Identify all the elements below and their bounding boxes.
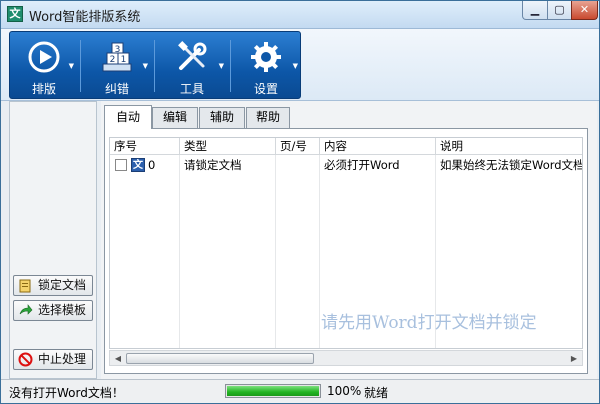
ribbon-separator xyxy=(80,40,81,92)
ribbon-label: 排版 xyxy=(31,82,56,96)
dropdown-arrow-icon[interactable]: ▼ xyxy=(219,62,224,70)
gear-icon xyxy=(251,42,281,72)
lock-document-label: 锁定文档 xyxy=(38,278,87,292)
close-button[interactable]: ✕ xyxy=(571,1,598,20)
ribbon-label: 设置 xyxy=(253,82,278,96)
word-document-icon: 文 xyxy=(131,158,145,172)
tab-help[interactable]: 帮助 xyxy=(246,107,290,128)
dropdown-arrow-icon[interactable]: ▼ xyxy=(293,62,298,70)
horizontal-scrollbar[interactable]: ◀ ▶ xyxy=(109,350,583,366)
ribbon-label: 工具 xyxy=(179,82,204,96)
tab-assist[interactable]: 辅助 xyxy=(199,107,245,128)
column-header-content[interactable]: 内容 xyxy=(320,138,436,155)
tab-panel: 序号 类型 页/号 内容 说明 文 0 请锁定文档 必须打开Word 如果始终无… xyxy=(104,128,588,374)
column-header-note[interactable]: 说明 xyxy=(436,138,582,155)
left-panel: 锁定文档 选择模板 中止处理 xyxy=(9,101,97,379)
lock-document-button[interactable]: 锁定文档 xyxy=(13,275,93,296)
ribbon-separator xyxy=(154,40,155,92)
numbered-blocks-icon: 3 2 1 xyxy=(102,42,132,72)
select-template-button[interactable]: 选择模板 xyxy=(13,300,93,321)
ribbon-button-tools[interactable]: 工具 ▼ xyxy=(160,32,224,98)
minimize-button[interactable]: ▁ xyxy=(522,1,548,20)
row-page xyxy=(280,157,318,173)
column-header-type[interactable]: 类型 xyxy=(180,138,276,155)
row-checkbox[interactable] xyxy=(115,159,127,171)
progress-percent: 100% xyxy=(327,384,362,398)
scroll-left-icon[interactable]: ◀ xyxy=(112,353,124,364)
status-message: 没有打开Word文档！ xyxy=(9,386,124,400)
progress-bar xyxy=(225,384,321,398)
column-header-index[interactable]: 序号 xyxy=(110,138,180,155)
results-table[interactable]: 序号 类型 页/号 内容 说明 文 0 请锁定文档 必须打开Word 如果始终无… xyxy=(109,137,583,349)
scroll-thumb[interactable] xyxy=(126,353,314,364)
ribbon-separator xyxy=(230,40,231,92)
app-icon: 文 xyxy=(7,6,23,22)
tools-icon xyxy=(178,41,207,70)
status-state: 就绪 xyxy=(364,386,389,400)
column-divider xyxy=(319,155,320,348)
main-area: 自动 编辑 辅助 帮助 序号 类型 页/号 内容 说明 文 0 请锁定文档 必须… xyxy=(101,101,597,379)
select-template-label: 选择模板 xyxy=(38,303,87,317)
tab-auto[interactable]: 自动 xyxy=(104,105,152,129)
lock-icon xyxy=(19,279,31,293)
ribbon-button-typeset[interactable]: 排版 ▼ xyxy=(14,32,74,98)
column-header-page[interactable]: 页/号 xyxy=(276,138,320,155)
stop-icon xyxy=(18,352,33,367)
column-divider xyxy=(179,155,180,348)
window-title: Word智能排版系统 xyxy=(29,10,141,25)
ribbon-label: 纠错 xyxy=(104,82,129,96)
row-content: 必须打开Word xyxy=(324,158,400,172)
row-index: 0 xyxy=(148,158,156,172)
maximize-button[interactable]: ▢ xyxy=(547,1,572,20)
tab-edit[interactable]: 编辑 xyxy=(152,107,198,128)
stop-processing-button[interactable]: 中止处理 xyxy=(13,349,93,370)
dropdown-arrow-icon[interactable]: ▼ xyxy=(143,62,148,70)
scroll-right-icon[interactable]: ▶ xyxy=(568,353,580,364)
column-divider xyxy=(275,155,276,348)
stop-processing-label: 中止处理 xyxy=(38,352,87,366)
status-bar: 没有打开Word文档！ 100% 就绪 xyxy=(1,379,599,403)
ribbon-button-settings[interactable]: 设置 ▼ xyxy=(234,32,298,98)
empty-hint-text: 请先用Word打开文档并锁定 xyxy=(321,313,537,333)
dropdown-arrow-icon[interactable]: ▼ xyxy=(69,62,74,70)
play-icon xyxy=(28,41,60,73)
app-window: 文 Word智能排版系统 ▁ ▢ ✕ 排版 ▼ 3 2 1 纠错 ▼ 工具 ▼ … xyxy=(0,0,600,404)
row-type: 请锁定文档 xyxy=(184,158,242,172)
ribbon-group: 排版 ▼ 3 2 1 纠错 ▼ 工具 ▼ 设置 ▼ xyxy=(9,31,301,99)
arrow-right-icon xyxy=(19,304,33,315)
row-note: 如果始终无法锁定Word文档 xyxy=(440,158,583,172)
ribbon-button-correct[interactable]: 3 2 1 纠错 ▼ xyxy=(86,32,148,98)
title-bar[interactable]: 文 Word智能排版系统 ▁ ▢ ✕ xyxy=(1,1,599,29)
progress-fill xyxy=(227,386,319,396)
ribbon-toolbar: 排版 ▼ 3 2 1 纠错 ▼ 工具 ▼ 设置 ▼ xyxy=(1,29,599,101)
